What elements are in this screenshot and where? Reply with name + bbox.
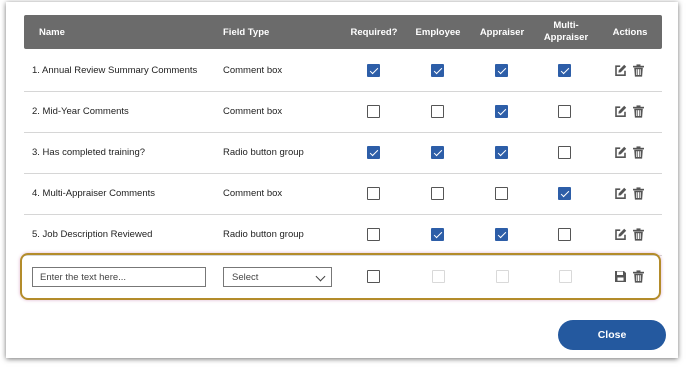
table-row: 5. Job Description Reviewed Radio button … <box>24 214 662 256</box>
chevron-down-icon <box>315 271 326 282</box>
required-checkbox[interactable] <box>367 64 380 77</box>
trash-icon[interactable] <box>632 105 645 118</box>
table-row: 4. Multi-Appraiser Comments Comment box <box>24 173 662 215</box>
header-multi-appraiser-line1: Multi- <box>553 20 579 31</box>
required-checkbox[interactable] <box>367 105 380 118</box>
multi-appraiser-checkbox[interactable] <box>558 146 571 159</box>
table-row: 3. Has completed training? Radio button g… <box>24 132 662 174</box>
employee-checkbox[interactable] <box>431 228 444 241</box>
edit-icon[interactable] <box>614 228 627 241</box>
header-multi-appraiser-line2: Appraiser <box>543 32 589 43</box>
header-name: Name <box>39 26 65 38</box>
header-field-type: Field Type <box>223 26 270 38</box>
edit-icon[interactable] <box>614 105 627 118</box>
new-row-required-checkbox[interactable] <box>367 270 380 283</box>
trash-icon[interactable] <box>632 270 645 283</box>
appraiser-checkbox[interactable] <box>495 64 508 77</box>
edit-icon[interactable] <box>614 187 627 200</box>
appraiser-checkbox[interactable] <box>495 105 508 118</box>
table-row: 2. Mid-Year Comments Comment box <box>24 91 662 133</box>
row-name: 1. Annual Review Summary Comments <box>32 65 198 76</box>
row-name: 4. Multi-Appraiser Comments <box>32 188 156 199</box>
close-button[interactable]: Close <box>558 320 666 350</box>
save-icon[interactable] <box>614 270 627 283</box>
multi-appraiser-checkbox[interactable] <box>558 64 571 77</box>
trash-icon[interactable] <box>632 228 645 241</box>
header-required: Required? <box>350 26 398 38</box>
field-type-select[interactable]: Select <box>223 267 332 287</box>
multi-appraiser-checkbox[interactable] <box>558 228 571 241</box>
row-name: 2. Mid-Year Comments <box>32 106 129 117</box>
new-row-appraiser-checkbox <box>496 270 509 283</box>
employee-checkbox[interactable] <box>431 187 444 200</box>
trash-icon[interactable] <box>632 64 645 77</box>
header-actions: Actions <box>612 26 648 38</box>
employee-checkbox[interactable] <box>431 105 444 118</box>
appraiser-checkbox[interactable] <box>495 146 508 159</box>
multi-appraiser-checkbox[interactable] <box>558 105 571 118</box>
trash-icon[interactable] <box>632 146 645 159</box>
table-header: Name Field Type Required? Employee Appra… <box>24 15 662 49</box>
appraiser-checkbox[interactable] <box>495 187 508 200</box>
required-checkbox[interactable] <box>367 228 380 241</box>
employee-checkbox[interactable] <box>431 146 444 159</box>
table-row: 1. Annual Review Summary Comments Comment… <box>24 50 662 92</box>
row-field-type: Radio button group <box>223 147 304 158</box>
edit-icon[interactable] <box>614 146 627 159</box>
appraiser-checkbox[interactable] <box>495 228 508 241</box>
new-field-name-input[interactable] <box>32 267 206 287</box>
header-appraiser: Appraiser <box>479 26 525 38</box>
row-field-type: Comment box <box>223 188 283 199</box>
row-name: 5. Job Description Reviewed <box>32 229 153 240</box>
header-employee: Employee <box>415 26 461 38</box>
row-field-type: Comment box <box>223 106 283 117</box>
multi-appraiser-checkbox[interactable] <box>558 187 571 200</box>
row-field-type: Radio button group <box>223 229 304 240</box>
new-row-multi-appraiser-checkbox <box>559 270 572 283</box>
row-field-type: Comment box <box>223 65 283 76</box>
row-name: 3. Has completed training? <box>32 147 146 158</box>
required-checkbox[interactable] <box>367 187 380 200</box>
edit-icon[interactable] <box>614 64 627 77</box>
employee-checkbox[interactable] <box>431 64 444 77</box>
field-type-select-value: Select <box>232 271 259 283</box>
new-row-employee-checkbox <box>432 270 445 283</box>
required-checkbox[interactable] <box>367 146 380 159</box>
header-multi-appraiser: Multi- Appraiser <box>532 15 600 49</box>
trash-icon[interactable] <box>632 187 645 200</box>
